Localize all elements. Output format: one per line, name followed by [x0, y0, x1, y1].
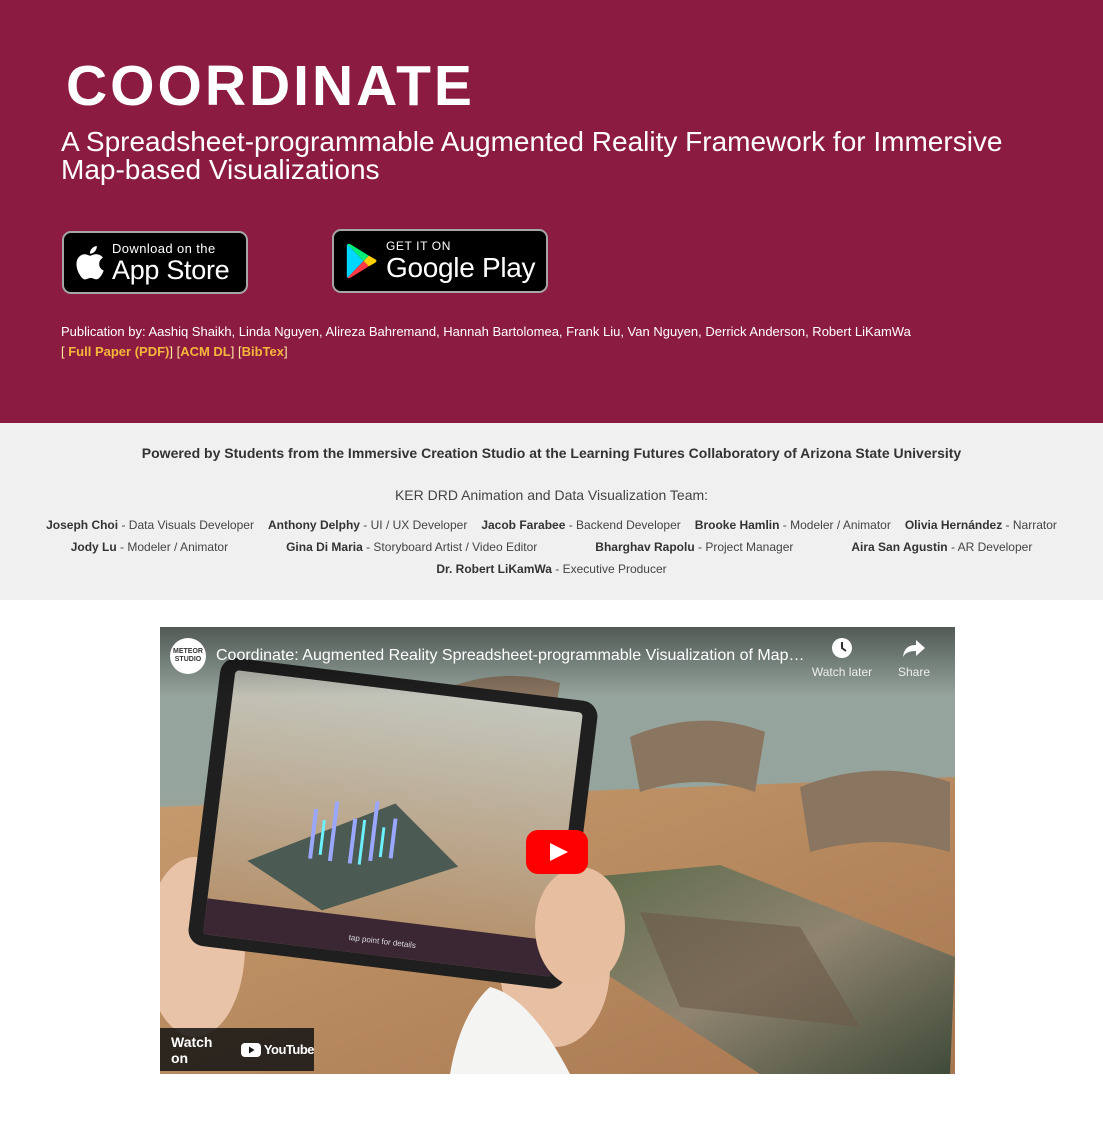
watch-on-youtube-button[interactable]: Watch on YouTube [160, 1028, 315, 1071]
team-member: Brooke Hamlin - Modeler / Animator [694, 518, 891, 532]
team-row: Jody Lu - Modeler / Animator Gina Di Mar… [0, 540, 1103, 554]
team-row: Dr. Robert LiKamWa - Executive Producer [0, 562, 1103, 576]
hero-banner: COORDINATE A Spreadsheet-programmable Au… [0, 0, 1103, 423]
google-play-badge[interactable]: GET IT ON Google Play [332, 229, 548, 293]
google-play-icon [346, 243, 378, 279]
app-store-label: App Store [112, 254, 230, 285]
app-store-badge[interactable]: Download on the App Store [62, 231, 248, 294]
app-store-small-label: Download on the [112, 240, 216, 256]
google-play-label: Google Play [386, 252, 536, 283]
team-member: Aira San Agustin - AR Developer [851, 540, 1033, 554]
youtube-video-embed[interactable]: tap point for details METEOR STUDIO Coor… [160, 627, 955, 1074]
youtube-play-icon [240, 1042, 261, 1057]
clock-icon [832, 638, 852, 658]
watch-later-button[interactable]: Watch later [807, 637, 877, 679]
team-member: Olivia Hernández - Narrator [904, 518, 1057, 532]
team-member: Joseph Choi - Data Visuals Developer [46, 518, 254, 532]
team-member: Jody Lu - Modeler / Animator [70, 540, 229, 554]
channel-avatar[interactable]: METEOR STUDIO [170, 638, 206, 674]
credits-section: Powered by Students from the Immersive C… [0, 423, 1103, 600]
play-button-icon[interactable] [526, 830, 588, 874]
team-member: Bharghav Rapolu - Project Manager [595, 540, 794, 554]
share-arrow-icon [903, 640, 925, 657]
publication-links: [ Full Paper (PDF)] [ACM DL] [BibTex] [61, 344, 288, 359]
publication-authors: Publication by: Aashiq Shaikh, Linda Ngu… [61, 324, 911, 339]
video-title[interactable]: Coordinate: Augmented Reality Spreadshee… [216, 647, 806, 665]
watch-later-label: Watch later [811, 665, 873, 679]
youtube-wordmark: YouTube [263, 1042, 315, 1057]
apple-icon [76, 245, 104, 280]
team-member: Gina Di Maria - Storyboard Artist / Vide… [286, 540, 538, 554]
powered-by-text: Powered by Students from the Immersive C… [141, 445, 962, 461]
team-row: Joseph Choi - Data Visuals Developer Ant… [0, 518, 1103, 532]
page-subtitle: A Spreadsheet-programmable Augmented Rea… [61, 126, 1003, 185]
google-play-small-label: GET IT ON [386, 239, 451, 253]
full-paper-link[interactable]: Full Paper (PDF) [68, 344, 169, 359]
watch-on-label: Watch on [171, 1033, 213, 1066]
share-label: Share [897, 665, 931, 679]
bibtex-link[interactable]: BibTex [242, 344, 284, 359]
page-title: COORDINATE [66, 54, 475, 118]
team-member: Jacob Farabee - Backend Developer [481, 518, 681, 532]
team-heading: KER DRD Animation and Data Visualization… [394, 487, 709, 503]
youtube-logo: YouTube [240, 1042, 315, 1057]
team-member: Anthony Delphy - UI / UX Developer [267, 518, 468, 532]
team-member: Dr. Robert LiKamWa - Executive Producer [436, 562, 667, 576]
acm-dl-link[interactable]: ACM DL [180, 344, 231, 359]
share-button[interactable]: Share [879, 637, 949, 679]
